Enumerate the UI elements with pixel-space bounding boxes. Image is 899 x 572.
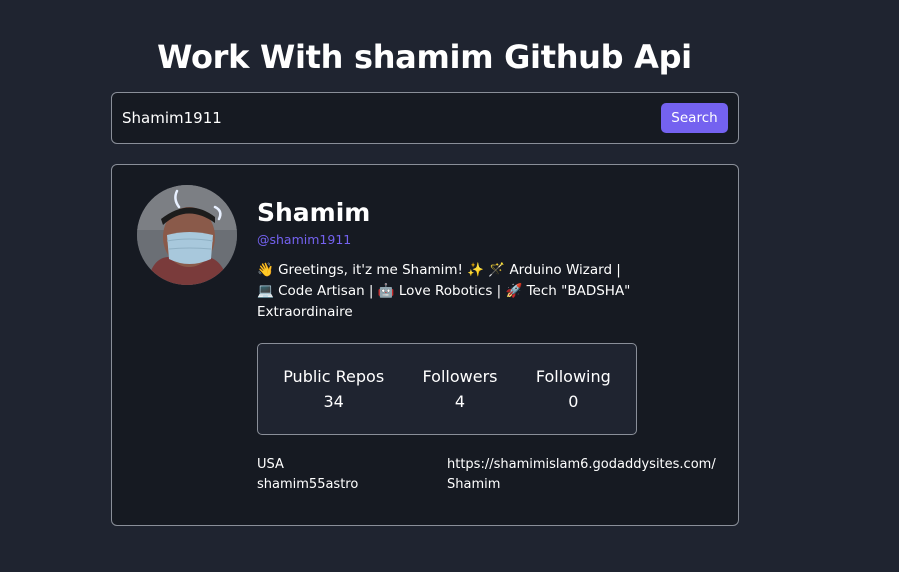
stat-label: Public Repos bbox=[283, 366, 385, 386]
stats-panel: Public Repos 34 Followers 4 Following 0 bbox=[257, 343, 637, 435]
bio-line: 👋 Greetings, it'z me Shamim! ✨ 🪄 Arduino… bbox=[257, 262, 621, 278]
page-title: Work With shamim Github Api bbox=[157, 38, 692, 76]
stat-following: Following 0 bbox=[536, 365, 611, 414]
stat-followers: Followers 4 bbox=[423, 365, 498, 414]
profile-name: Shamim bbox=[257, 198, 371, 227]
profile-meta-right: https://shamimislam6.godaddysites.com/ S… bbox=[447, 455, 732, 495]
profile-location: USA bbox=[257, 457, 284, 472]
profile-login[interactable]: @shamim1911 bbox=[257, 232, 351, 247]
profile-bio: 👋 Greetings, it'z me Shamim! ✨ 🪄 Arduino… bbox=[257, 260, 657, 323]
username-search-input[interactable] bbox=[122, 103, 652, 133]
profile-card: Shamim @shamim1911 👋 Greetings, it'z me … bbox=[111, 164, 739, 526]
bio-line: Extraordinaire bbox=[257, 304, 353, 320]
stat-public-repos: Public Repos 34 bbox=[283, 365, 384, 414]
profile-meta-left: USA shamim55astro bbox=[257, 455, 358, 495]
stat-value: 34 bbox=[323, 391, 344, 411]
stat-value: 4 bbox=[454, 391, 466, 411]
profile-twitter[interactable]: shamim55astro bbox=[257, 475, 358, 495]
search-bar: Search bbox=[111, 92, 739, 144]
search-button[interactable]: Search bbox=[661, 103, 728, 133]
stat-value: 0 bbox=[568, 391, 579, 411]
profile-blog-link[interactable]: https://shamimislam6.godaddysites.com/ bbox=[447, 457, 716, 472]
avatar-image bbox=[137, 185, 237, 285]
stat-label: Following bbox=[535, 366, 611, 386]
page: Work With shamim Github Api Search Shami… bbox=[0, 0, 899, 572]
bio-line: 💻 Code Artisan | 🤖 Love Robotics | 🚀 Tec… bbox=[257, 283, 631, 299]
avatar bbox=[137, 185, 237, 285]
profile-company: Shamim bbox=[447, 477, 501, 492]
stat-label: Followers bbox=[422, 366, 498, 386]
